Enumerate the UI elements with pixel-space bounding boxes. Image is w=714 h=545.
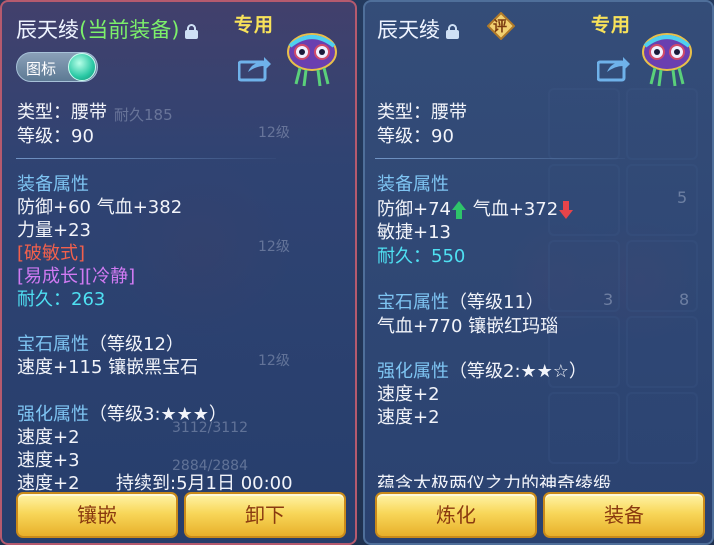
item-level: 等级：90: [17, 126, 94, 147]
enhance-attr-header: 强化属性: [17, 404, 89, 425]
rating-badge-label: 评: [493, 19, 507, 35]
bg-slot-level: 12级: [258, 353, 290, 369]
current-equipment-panel: 耐久185 12级 12级 12级 3112/3112 2884/2884 辰天…: [0, 0, 357, 545]
exclusive-label: 专用: [234, 14, 275, 36]
attr-defense: 防御+74: [377, 199, 451, 220]
divider: [16, 158, 276, 159]
attr-hp: 气血+372: [472, 199, 559, 220]
gem-line: 气血+770 镶嵌红玛瑙: [377, 316, 559, 337]
toggle-label: 图标: [26, 60, 57, 78]
item-type: 类型：腰带: [17, 102, 107, 123]
attr-line: 敏捷+13: [377, 222, 451, 243]
item-title: 辰天绫: [377, 14, 459, 44]
gem-attr-row: 宝石属性（等级11）: [377, 288, 544, 314]
item-name: 辰天绫: [377, 18, 440, 42]
enhance-level: （等级2:★★☆）: [449, 361, 587, 382]
arrow-down-icon: [559, 201, 574, 219]
bg-slot-level: 12级: [258, 125, 290, 141]
gem-line: 速度+115 镶嵌黑宝石: [17, 357, 199, 378]
equip-button[interactable]: 装备: [543, 492, 705, 538]
refine-button[interactable]: 炼化: [375, 492, 537, 538]
bg-durability-text: 耐久185: [114, 106, 173, 124]
share-icon[interactable]: [597, 54, 631, 82]
icon-toggle[interactable]: 图标: [16, 52, 98, 82]
equipped-status: (当前装备): [79, 18, 180, 42]
bg-slot-number: 3: [603, 290, 614, 309]
enhance-line: 速度+2: [377, 407, 440, 428]
rating-badge[interactable]: 评: [486, 11, 516, 41]
bg-slot-level: 12级: [258, 239, 290, 255]
equip-attr-header: 装备属性: [377, 174, 449, 195]
gem-level: （等级11）: [449, 292, 544, 313]
compare-equipment-panel: 5 3 8 辰天绫 评 专用 类型：腰带 等级：90 装备属性 防御+74 气血…: [363, 0, 714, 545]
item-name: 辰天绫: [16, 18, 79, 42]
durability: 耐久：550: [377, 246, 466, 267]
enhance-attr-header: 强化属性: [377, 361, 449, 382]
item-type: 类型：腰带: [377, 102, 467, 123]
mask-icon: [287, 33, 337, 87]
item-level: 等级：90: [377, 126, 454, 147]
gem-level: （等级12）: [89, 334, 184, 355]
bg-slot-number: 5: [677, 188, 688, 207]
gem-attr-header: 宝石属性: [377, 292, 449, 313]
divider: [375, 158, 625, 159]
lock-icon: [446, 24, 459, 39]
durability: 耐久：263: [17, 289, 106, 310]
item-title: 辰天绫(当前装备): [16, 14, 199, 44]
share-icon[interactable]: [238, 54, 272, 82]
arrow-up-icon: [452, 201, 466, 219]
gem-attr-header: 宝石属性: [17, 334, 89, 355]
lock-icon: [185, 24, 199, 39]
enhance-level: （等级3:★★★）: [89, 404, 227, 425]
exclusive-label: 专用: [591, 14, 632, 36]
mask-icon: [642, 33, 692, 87]
item-description: 蕴含太极两仪之力的神奇绫缎: [377, 474, 611, 488]
toggle-knob: [68, 53, 96, 81]
inlay-button[interactable]: 镶嵌: [16, 492, 178, 538]
bg-slot-number: 8: [679, 290, 690, 309]
unequip-button[interactable]: 卸下: [184, 492, 346, 538]
